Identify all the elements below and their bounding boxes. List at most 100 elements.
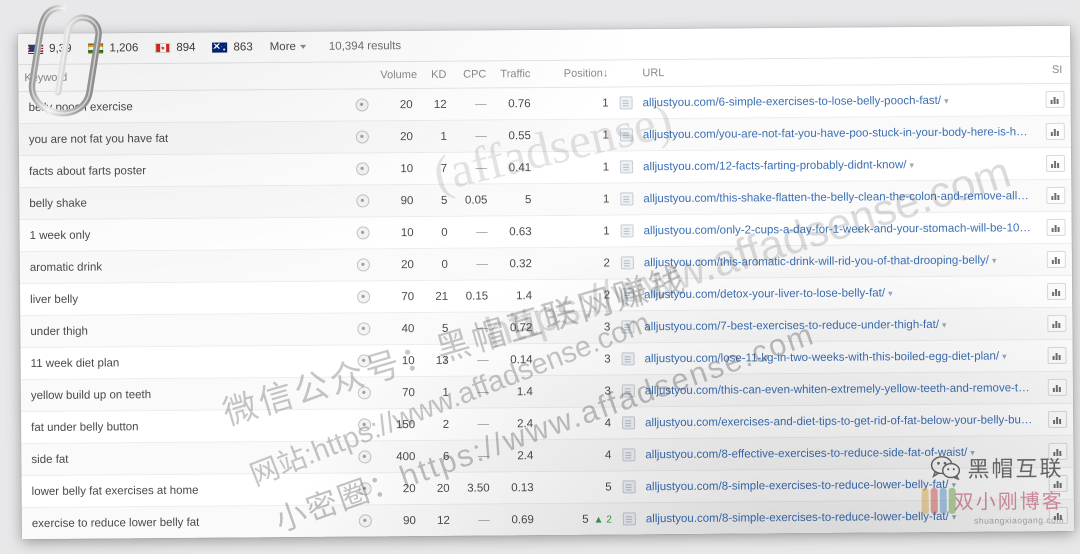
serp-chart-cell[interactable]: [1039, 499, 1074, 532]
url-cell[interactable]: alljustyou.com/12-facts-farting-probably…: [636, 147, 1038, 183]
column-header-serp[interactable]: SI: [1036, 56, 1071, 84]
url-dropdown-icon[interactable]: ▾: [888, 288, 893, 298]
serp-chart-cell[interactable]: [1037, 275, 1073, 308]
column-header-traffic[interactable]: Traffic: [492, 61, 537, 88]
serp-chart-cell[interactable]: [1036, 83, 1071, 116]
serp-feature-icon-cell[interactable]: ●: [351, 504, 378, 538]
serp-action-cell[interactable]: S: [1071, 179, 1074, 212]
serp-action-cell[interactable]: S: [1073, 435, 1074, 468]
serp-feature-icon-cell[interactable]: ●: [350, 312, 377, 346]
url-dropdown-icon[interactable]: ▾: [942, 319, 947, 329]
serp-chart-cell[interactable]: [1037, 211, 1072, 244]
url-cell[interactable]: alljustyou.com/8-effective-exercises-to-…: [639, 435, 1040, 471]
serp-action-cell[interactable]: S: [1071, 211, 1074, 244]
serp-feature-icon-cell[interactable]: ●: [349, 248, 376, 282]
url-link[interactable]: alljustyou.com/this-can-even-whiten-extr…: [645, 380, 1039, 396]
url-cell[interactable]: alljustyou.com/this-can-even-whiten-extr…: [638, 371, 1039, 407]
column-header-volume[interactable]: Volume: [374, 61, 419, 89]
keyword-cell[interactable]: exercise to reduce lower belly fat: [21, 505, 352, 540]
serp-feature-icon[interactable]: ●: [355, 162, 369, 176]
serp-chart-cell[interactable]: [1038, 339, 1073, 372]
serp-chart-cell[interactable]: [1037, 179, 1072, 212]
keyword-cell[interactable]: yellow build up on teeth: [20, 377, 351, 412]
serp-history-button[interactable]: [1047, 282, 1067, 301]
url-cell[interactable]: alljustyou.com/6-simple-exercises-to-los…: [636, 83, 1037, 119]
url-cell[interactable]: alljustyou.com/8-simple-exercises-to-red…: [639, 467, 1040, 503]
url-cell[interactable]: alljustyou.com/this-aromatic-drink-will-…: [637, 243, 1038, 279]
url-link[interactable]: alljustyou.com/8-simple-exercises-to-red…: [646, 478, 949, 492]
serp-history-button[interactable]: [1047, 346, 1067, 365]
url-cell[interactable]: alljustyou.com/lose-11-kg-in-two-weeks-w…: [638, 339, 1039, 375]
url-cell[interactable]: alljustyou.com/8-simple-exercises-to-red…: [639, 499, 1040, 535]
serp-feature-icon-cell[interactable]: ●: [350, 344, 377, 378]
serp-feature-icon-cell[interactable]: ●: [349, 280, 377, 314]
url-link[interactable]: alljustyou.com/7-best-exercises-to-reduc…: [644, 318, 939, 332]
url-cell[interactable]: alljustyou.com/7-best-exercises-to-reduc…: [638, 307, 1039, 343]
serp-history-button[interactable]: [1048, 506, 1068, 525]
serp-feature-icon[interactable]: ●: [357, 354, 371, 368]
serp-feature-icon[interactable]: ●: [357, 418, 371, 432]
serp-action-cell[interactable]: S: [1070, 147, 1074, 180]
serp-feature-icon[interactable]: ●: [355, 98, 369, 112]
serp-chart-cell[interactable]: [1039, 531, 1074, 540]
column-header-keyword[interactable]: Keyword: [18, 62, 349, 92]
serp-feature-icon-cell[interactable]: ●: [348, 152, 376, 186]
country-filter-ca[interactable]: 894: [155, 42, 196, 54]
column-header-url[interactable]: URL: [636, 57, 1037, 87]
url-link[interactable]: alljustyou.com/this-aromatic-drink-will-…: [644, 254, 989, 269]
serp-history-button[interactable]: [1048, 442, 1068, 461]
url-link[interactable]: alljustyou.com/only-2-cups-a-day-for-1-w…: [644, 221, 1038, 237]
serp-action-cell[interactable]: S: [1072, 371, 1074, 404]
serp-action-cell[interactable]: S: [1070, 115, 1074, 148]
serp-history-button[interactable]: [1046, 186, 1066, 205]
keyword-cell[interactable]: side fat: [21, 441, 352, 476]
serp-action-cell[interactable]: S: [1072, 339, 1074, 372]
serp-chart-cell[interactable]: [1036, 115, 1071, 148]
url-link[interactable]: alljustyou.com/lose-11-kg-in-two-weeks-w…: [645, 350, 1000, 365]
serp-feature-icon-cell[interactable]: ●: [351, 472, 378, 506]
serp-history-button[interactable]: [1047, 378, 1067, 397]
serp-history-button[interactable]: [1046, 250, 1066, 269]
keyword-cell[interactable]: you are not fat you have fat: [18, 121, 349, 156]
serp-history-button[interactable]: [1046, 154, 1066, 173]
serp-feature-icon[interactable]: ●: [356, 258, 370, 272]
serp-feature-icon-cell[interactable]: ●: [348, 120, 375, 154]
serp-history-button[interactable]: [1046, 218, 1066, 237]
serp-history-button[interactable]: [1045, 122, 1065, 141]
serp-history-button[interactable]: [1047, 314, 1067, 333]
serp-chart-cell[interactable]: [1039, 435, 1074, 468]
serp-history-button[interactable]: [1045, 90, 1065, 109]
url-cell[interactable]: alljustyou.com/this-shake-flatten-the-be…: [637, 179, 1038, 215]
url-dropdown-icon[interactable]: ▾: [992, 255, 997, 265]
keyword-cell[interactable]: facts about farts poster: [18, 153, 350, 188]
serp-feature-icon-cell[interactable]: ●: [349, 216, 376, 250]
serp-feature-icon[interactable]: ●: [356, 290, 370, 304]
url-dropdown-icon[interactable]: ▾: [1002, 351, 1007, 361]
serp-chart-cell[interactable]: [1036, 147, 1072, 180]
serp-feature-icon-cell[interactable]: ●: [348, 88, 375, 122]
url-dropdown-icon[interactable]: ▾: [909, 160, 914, 170]
serp-feature-icon[interactable]: ●: [357, 386, 371, 400]
keyword-cell[interactable]: belly shake: [19, 185, 350, 220]
serp-feature-icon[interactable]: ●: [358, 482, 372, 496]
column-header-position[interactable]: Position↓: [536, 60, 615, 88]
url-link[interactable]: alljustyou.com/8-simple-exercises-to-red…: [646, 510, 949, 524]
serp-feature-icon-cell[interactable]: ●: [350, 408, 378, 442]
country-filter-us[interactable]: 9,39: [28, 43, 72, 55]
url-link[interactable]: alljustyou.com/12-facts-farting-probably…: [643, 159, 906, 173]
serp-chart-cell[interactable]: [1037, 243, 1072, 276]
country-filter-au[interactable]: 863: [212, 41, 253, 53]
serp-feature-icon[interactable]: ●: [355, 194, 369, 208]
serp-chart-cell[interactable]: [1039, 467, 1074, 500]
serp-feature-icon-cell[interactable]: ●: [350, 376, 377, 410]
keyword-cell[interactable]: liver belly: [19, 281, 351, 316]
serp-chart-cell[interactable]: [1038, 307, 1073, 340]
serp-feature-icon[interactable]: ●: [355, 130, 369, 144]
url-dropdown-icon[interactable]: ▾: [944, 95, 949, 105]
serp-history-button[interactable]: [1048, 474, 1068, 493]
serp-feature-icon[interactable]: ●: [356, 226, 370, 240]
keyword-cell[interactable]: belly pooch exercise: [18, 89, 349, 124]
url-cell[interactable]: alljustyou.com/detox-your-liver-to-lose-…: [637, 275, 1039, 311]
keyword-cell[interactable]: 1 week only: [19, 217, 350, 252]
serp-feature-icon[interactable]: ●: [357, 450, 371, 464]
